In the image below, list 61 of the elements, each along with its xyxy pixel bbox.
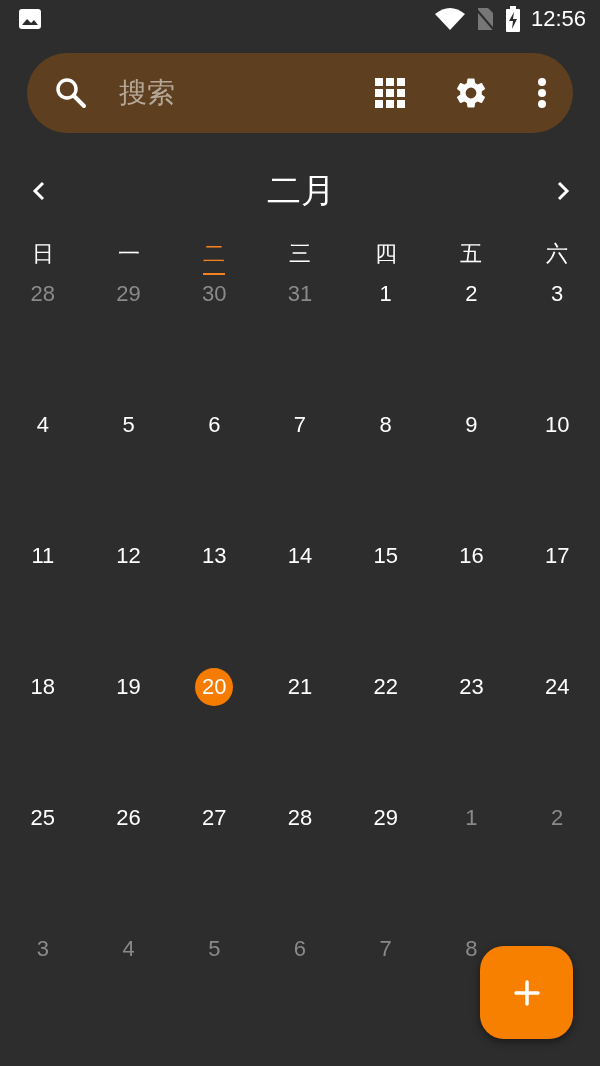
calendar-day[interactable]: 17 [544, 537, 570, 575]
image-icon [18, 8, 42, 30]
calendar-day[interactable]: 2 [465, 275, 478, 313]
calendar-day[interactable]: 12 [116, 537, 141, 575]
calendar-day[interactable]: 2 [551, 799, 564, 837]
grid-view-icon[interactable] [375, 78, 405, 108]
add-button[interactable] [480, 946, 573, 1039]
calendar-day[interactable]: 5 [208, 930, 221, 968]
calendar-day[interactable]: 26 [116, 799, 141, 837]
calendar-day[interactable]: 1 [465, 799, 478, 837]
calendar-day[interactable]: 29 [116, 275, 141, 313]
weekday-label: 五 [460, 240, 483, 268]
calendar-day[interactable]: 6 [208, 406, 221, 444]
calendar-day[interactable]: 14 [287, 537, 313, 575]
search-bar[interactable]: 搜索 [27, 53, 573, 133]
calendar-day[interactable]: 7 [293, 406, 307, 444]
calendar-day[interactable]: 19 [116, 668, 141, 706]
calendar-day[interactable]: 4 [122, 930, 135, 968]
calendar-day[interactable]: 9 [465, 406, 478, 444]
calendar-day[interactable]: 5 [122, 406, 135, 444]
calendar-day[interactable]: 29 [373, 799, 398, 837]
weekday-label: 二 [203, 239, 226, 275]
calendar-day[interactable]: 8 [465, 930, 478, 968]
search-field[interactable]: 搜索 [117, 76, 375, 110]
battery-charging-icon [504, 6, 521, 32]
calendar-day[interactable]: 28 [287, 799, 313, 837]
calendar-day[interactable]: 30 [202, 275, 227, 313]
calendar-day[interactable]: 27 [202, 799, 227, 837]
calendar-day[interactable]: 21 [287, 668, 313, 706]
calendar-day[interactable]: 11 [31, 537, 55, 575]
weekday-label: 日 [31, 240, 54, 268]
calendar-day[interactable]: 3 [36, 930, 49, 968]
month-title: 二月 [267, 170, 335, 211]
calendar-day[interactable]: 16 [459, 537, 484, 575]
calendar-day[interactable]: 18 [30, 668, 56, 706]
calendar-day[interactable]: 10 [544, 406, 570, 444]
calendar-day[interactable]: 23 [459, 668, 484, 706]
calendar-day[interactable]: 8 [379, 406, 392, 444]
calendar-day[interactable]: 24 [544, 668, 570, 706]
search-icon[interactable] [55, 77, 87, 109]
more-options-icon[interactable] [537, 78, 547, 108]
calendar-day[interactable]: 31 [287, 275, 313, 313]
clock-time: 12:56 [530, 6, 586, 32]
calendar-day[interactable]: 22 [373, 668, 398, 706]
calendar-day[interactable]: 7 [379, 930, 392, 968]
calendar-day[interactable]: 13 [202, 537, 227, 575]
wifi-icon [434, 8, 465, 30]
calendar-day[interactable]: 1 [379, 275, 392, 313]
previous-month-icon[interactable] [32, 180, 46, 202]
weekday-label: 四 [374, 240, 397, 268]
calendar-day[interactable]: 4 [36, 406, 49, 444]
calendar-day[interactable]: 15 [373, 537, 398, 575]
calendar-day[interactable]: 6 [293, 930, 307, 968]
weekday-label: 六 [546, 240, 569, 268]
weekday-label: 一 [117, 240, 140, 268]
next-month-icon[interactable] [556, 180, 570, 202]
weekday-label: 三 [289, 240, 311, 268]
calendar-day[interactable]: 25 [30, 799, 56, 837]
plus-icon [512, 978, 541, 1007]
calendar-day[interactable]: 3 [551, 275, 564, 313]
calendar-day[interactable]: 28 [30, 275, 56, 313]
